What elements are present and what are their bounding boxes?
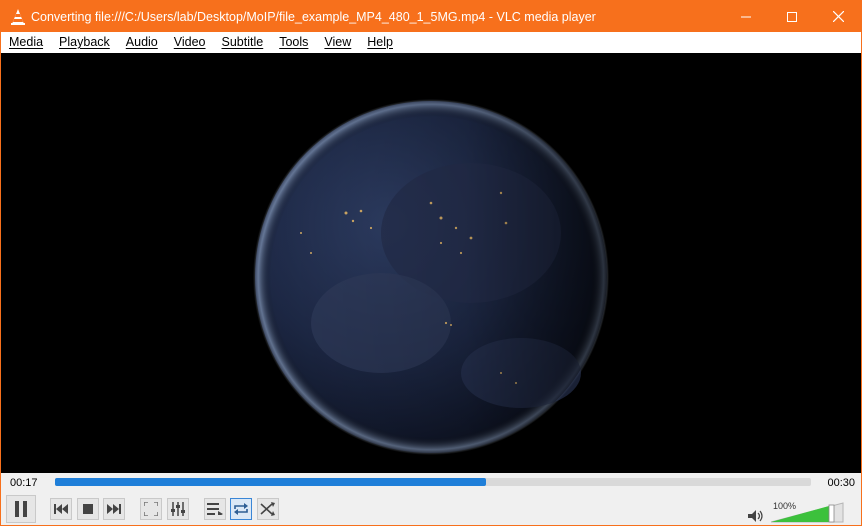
loop-button[interactable]	[230, 498, 252, 520]
video-area[interactable]	[1, 53, 861, 473]
total-time[interactable]: 00:30	[827, 477, 855, 489]
minimize-icon	[741, 16, 751, 17]
window-title: Converting file:///C:/Users/lab/Desktop/…	[31, 9, 596, 24]
seek-row: 00:17 00:30	[1, 473, 861, 493]
menu-bar: Media Playback Audio Video Subtitle Tool…	[1, 32, 861, 53]
shuffle-icon	[260, 502, 275, 516]
elapsed-time: 00:17	[10, 477, 38, 489]
menu-audio[interactable]: Audio	[118, 32, 166, 53]
speaker-icon[interactable]	[748, 510, 764, 522]
seek-progress-fill	[55, 478, 486, 486]
vlc-window: Converting file:///C:/Users/lab/Desktop/…	[0, 0, 862, 526]
maximize-button[interactable]	[769, 1, 815, 32]
extended-settings-button[interactable]	[167, 498, 189, 520]
menu-tools[interactable]: Tools	[271, 32, 316, 53]
stop-icon	[83, 504, 93, 514]
window-controls	[723, 1, 861, 32]
seek-bar[interactable]	[55, 478, 811, 486]
playlist-button[interactable]	[204, 498, 226, 520]
vlc-cone-icon	[8, 7, 28, 27]
fullscreen-button[interactable]	[140, 498, 162, 520]
previous-button[interactable]	[50, 498, 72, 520]
menu-subtitle[interactable]: Subtitle	[214, 32, 272, 53]
next-button[interactable]	[103, 498, 125, 520]
previous-icon	[54, 504, 68, 514]
menu-help[interactable]: Help	[359, 32, 401, 53]
close-button[interactable]	[815, 1, 861, 32]
minimize-button[interactable]	[723, 1, 769, 32]
pause-icon	[15, 501, 27, 517]
menu-video[interactable]: Video	[166, 32, 214, 53]
next-icon	[107, 504, 121, 514]
loop-icon	[234, 503, 248, 515]
menu-view[interactable]: View	[316, 32, 359, 53]
title-bar[interactable]: Converting file:///C:/Users/lab/Desktop/…	[1, 1, 861, 32]
fullscreen-icon	[144, 502, 158, 516]
stop-button[interactable]	[77, 498, 99, 520]
shuffle-button[interactable]	[257, 498, 279, 520]
control-bar: 100%	[1, 493, 861, 525]
earth-video-frame	[253, 99, 609, 455]
close-icon	[832, 11, 844, 22]
playlist-icon	[207, 503, 223, 515]
pause-button[interactable]	[6, 495, 36, 523]
volume-slider[interactable]	[771, 501, 845, 523]
menu-playback[interactable]: Playback	[51, 32, 118, 53]
menu-media[interactable]: Media	[1, 32, 51, 53]
extended-settings-icon	[171, 502, 185, 516]
maximize-icon	[787, 11, 797, 22]
